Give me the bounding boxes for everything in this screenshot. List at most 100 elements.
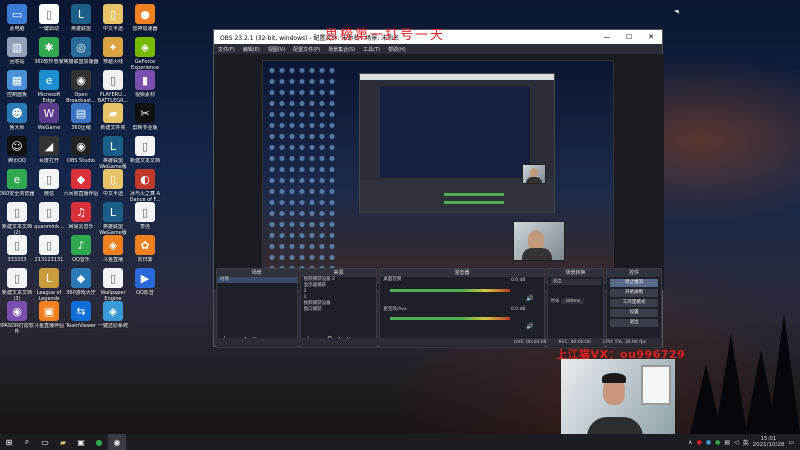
scenes-panel[interactable]: 场景 场景 ＋－∧∨ — [216, 268, 298, 348]
app-icon: ▯ — [39, 4, 59, 24]
source-item[interactable]: 窗口捕获 — [301, 307, 377, 313]
duration-input[interactable]: 300ms — [560, 299, 585, 304]
menu-view[interactable]: 视图(V) — [268, 46, 285, 53]
desktop-icon[interactable]: ▯ Wallpaper Engine — [96, 268, 130, 302]
app-icon: ▮ — [135, 70, 155, 90]
ime-indicator[interactable]: 英 — [743, 438, 749, 447]
studio-mode-button[interactable]: 工作室模式 — [610, 299, 658, 307]
clock[interactable]: 15:01 2021/10/28 — [753, 436, 785, 448]
desktop-icon[interactable]: ☺ 腾讯QQ — [0, 136, 34, 164]
search-icon[interactable]: ⌕ — [18, 434, 36, 450]
settings-button[interactable]: 设置 — [610, 309, 658, 317]
scene-item[interactable]: 场景 — [217, 277, 297, 283]
desktop-audio-db: 0.0 dB — [510, 278, 526, 283]
desktop-icon[interactable]: ▯ 中文半透 — [96, 169, 130, 197]
mixer-panel[interactable]: 混音器 桌面音频 0.0 dB 麦克风/Aux 0.0 dB 🔊 🔊 — [379, 268, 545, 348]
desktop-icon[interactable]: ✦ 穿越火线 — [96, 37, 130, 65]
desktop-icon[interactable]: ▭ 此电脑 — [0, 4, 34, 32]
desktop-icon[interactable]: ♪ QQ音乐 — [64, 235, 98, 263]
desktop-icon-label: 视频素材 — [134, 92, 155, 98]
desktop-icon[interactable]: ▦ 控制面板 — [0, 70, 34, 98]
desktop-icon-label: 360游戏大厅 — [66, 290, 96, 296]
desktop-icon[interactable]: ◉ OBS Studio — [64, 136, 98, 164]
desktop-icon[interactable]: ◢ 百度打开 — [32, 136, 66, 164]
speaker-icon[interactable]: 🔊 — [526, 323, 533, 330]
desktop-icon[interactable]: L 英雄联盟 — [64, 4, 98, 32]
minimize-icon[interactable]: — — [596, 33, 618, 41]
desktop-icon[interactable]: ◆ 360游戏大厅 — [64, 268, 98, 296]
app-icon: ◆ — [71, 169, 91, 189]
desktop-icon-label: 穿越火线 — [102, 59, 123, 65]
stop-streaming-button[interactable]: 停止推流 — [610, 279, 658, 287]
sources-panel[interactable]: 来源 视频捕获设备 2 显示器捕获 2 1 视频捕获设备 窗口捕获 ＋－⚙∧∨ — [299, 268, 378, 348]
speaker-icon[interactable]: 🔊 — [526, 295, 533, 302]
desktop-icon[interactable]: ✂ 剪映专业版 — [128, 103, 162, 131]
tray-app-icon[interactable]: ● — [697, 439, 702, 446]
desktop-icon[interactable]: e Microsoft Edge — [32, 70, 66, 104]
desktop-icon[interactable]: L 英雄联盟WeGame版 — [96, 202, 130, 236]
transition-select[interactable]: 淡出 — [549, 279, 602, 285]
close-icon[interactable]: ✕ — [640, 33, 662, 41]
desktop-icon[interactable]: ✱ 360软件管家 — [32, 37, 66, 65]
desktop-icon[interactable]: ◎ 英雄联盟加速器 — [63, 37, 99, 65]
obs-taskbar-icon[interactable]: ◉ — [108, 434, 126, 450]
desktop-icon[interactable]: W WeGame — [32, 103, 66, 131]
desktop-icon[interactable]: L 英雄联盟WeGame版 — [96, 136, 130, 170]
tray-app-icon[interactable]: ● — [706, 439, 711, 446]
desktop-icon[interactable]: ◉ Open Broadcast... — [64, 70, 98, 104]
desktop-icon[interactable]: ▯ 新建文本文档(3) — [0, 268, 34, 302]
transitions-panel[interactable]: 场景转换 淡出 时长 300ms — [546, 268, 605, 348]
exit-button[interactable]: 退出 — [610, 319, 658, 327]
task-view-icon[interactable]: ▭ — [36, 434, 54, 450]
desktop-icon[interactable]: ▯ 中文半透 — [96, 4, 130, 32]
start-recording-button[interactable]: 开始录制 — [610, 289, 658, 297]
desktop-icon[interactable]: ◈ GeForce Experience — [128, 37, 162, 71]
desktop-icon[interactable]: ◉ IPASON打造软件 — [0, 301, 34, 335]
desktop-icon[interactable]: ◆ 六间房直播伴侣 — [63, 169, 99, 197]
desktop-icon[interactable]: ♫ 网易云音乐 — [64, 202, 98, 230]
menu-edit[interactable]: 编辑(E) — [243, 46, 260, 53]
app-icon: ▯ — [103, 70, 123, 90]
start-button[interactable]: ⊞ — [0, 434, 18, 450]
menu-file[interactable]: 文件(F) — [218, 46, 235, 53]
desktop-icon[interactable]: ● 雷神加速器 — [128, 4, 162, 32]
desktop-icon[interactable]: ▯ 333333 — [0, 235, 34, 263]
maximize-icon[interactable]: ☐ — [618, 33, 640, 41]
desktop-icon[interactable]: ▤ 360压缩 — [64, 103, 98, 131]
desktop-icon[interactable]: ▮ 视频素材 — [128, 70, 162, 98]
obs-preview[interactable] — [214, 54, 664, 290]
notification-icon[interactable]: ▭ — [788, 439, 794, 446]
desktop-icon[interactable]: e 360安全浏览器 — [0, 169, 34, 197]
store-icon[interactable]: ▣ — [72, 434, 90, 450]
desktop-icon[interactable]: ◈ 斗鱼直播 — [96, 235, 130, 263]
desktop-icon[interactable]: ▯ 新建文本文档(2) — [0, 202, 34, 236]
desktop-icon[interactable]: ▯ quanmink... — [32, 202, 66, 230]
menu-profile[interactable]: 配置文件(P) — [293, 46, 320, 53]
desktop-icon[interactable]: L League of Legends — [32, 268, 66, 302]
desktop-icon[interactable]: ▶ QQ影音 — [128, 268, 162, 296]
desktop-icon[interactable]: ▯ 213123131 — [32, 235, 66, 263]
desktop-icon[interactable]: ▯ 李佳 — [128, 202, 162, 230]
desktop-icon[interactable]: ☻ 鲁大师 — [0, 103, 34, 131]
desktop-icon[interactable]: ▯ PLAYERU... BATTLEGR... — [96, 70, 130, 104]
desktop-icon[interactable]: ✿ 向日葵 — [128, 235, 162, 263]
menu-tools[interactable]: 工具(T) — [363, 46, 380, 53]
file-explorer-icon[interactable]: ▰ — [54, 434, 72, 450]
desktop-icon[interactable]: ▯ 新建文本文档 — [128, 136, 162, 164]
tray-app-icon[interactable]: ● — [715, 439, 720, 446]
desktop-icon[interactable]: ◈ 一键还原系统 — [96, 301, 130, 329]
desktop-icon[interactable]: ▣ 斗鱼直播伴侣 — [32, 301, 66, 329]
desktop-icon[interactable]: ▯ 微信 — [32, 169, 66, 197]
desktop-icon[interactable]: ▯ 一键启动 — [32, 4, 66, 32]
desktop-icon[interactable]: ⇆ TeamViewer — [64, 301, 98, 329]
desktop-icon[interactable]: ▰ 新建文件夹 — [96, 103, 130, 131]
menu-scene-collection[interactable]: 场景集合(S) — [328, 46, 355, 53]
obs-window[interactable]: OBS 23.2.1 (32-bit, windows) - 配置文件: 未命名… — [213, 29, 664, 348]
network-icon[interactable]: ▤ — [724, 439, 730, 446]
desktop-icon[interactable]: ▥ 回收站 — [0, 37, 34, 65]
desktop-icon[interactable]: ◐ 冰与火之舞 A Dance of F... — [128, 169, 162, 203]
volume-icon[interactable]: ◁ — [734, 439, 739, 446]
browser-icon[interactable]: ● — [90, 434, 108, 450]
tray-expand-icon[interactable]: ∧ — [688, 439, 692, 446]
menu-help[interactable]: 帮助(H) — [388, 46, 406, 53]
